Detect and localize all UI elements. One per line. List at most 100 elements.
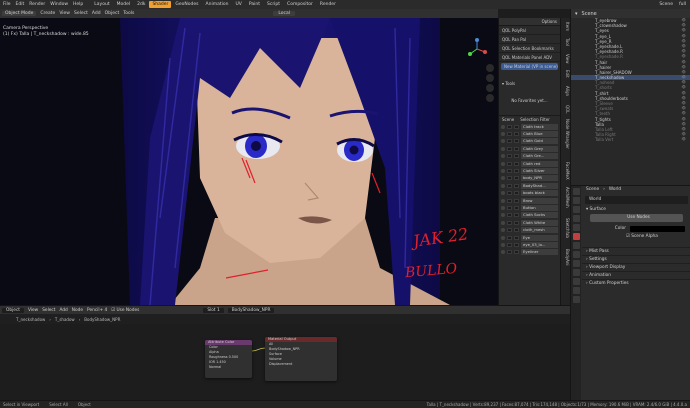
tools-header[interactable]: ▾ Tools — [499, 80, 560, 87]
outliner-item[interactable]: Talla Vert 👁 — [571, 137, 690, 142]
viewport-menu-view[interactable]: View — [59, 11, 70, 16]
scene-tab-icon[interactable] — [572, 224, 580, 231]
workspace-tab-script[interactable]: Script — [264, 1, 283, 8]
menu-file[interactable]: File — [3, 2, 11, 7]
color-swatch[interactable] — [630, 226, 685, 232]
options-button[interactable]: Options — [542, 19, 557, 24]
breadcrumb-item[interactable]: BodyShadow_NPR — [84, 317, 120, 322]
data-tab-icon[interactable] — [572, 287, 580, 294]
workspace-tab-2dk[interactable]: 2dk — [134, 1, 148, 8]
perspective-icon[interactable] — [486, 94, 494, 102]
orientation-selector[interactable]: Local — [273, 11, 296, 16]
workspace-tab-compositor[interactable]: Compositor — [284, 1, 316, 8]
material-tab-icon[interactable] — [572, 296, 580, 303]
material-output-node[interactable]: Material Output All BodyShadow_NPR Surface… — [265, 337, 337, 381]
material-checkbox[interactable] — [514, 213, 519, 218]
constraints-tab-icon[interactable] — [572, 278, 580, 285]
filter-icon[interactable]: ▾ — [575, 11, 578, 17]
node-type-selector[interactable]: Object — [2, 307, 24, 313]
material-checkbox[interactable] — [514, 139, 519, 144]
material-checkbox[interactable] — [514, 228, 519, 233]
scene-toggle[interactable]: Scene — [502, 117, 514, 122]
material-slot[interactable]: body_NPR — [499, 175, 560, 182]
world-name-field[interactable]: World — [585, 196, 688, 204]
material-checkbox[interactable] — [507, 132, 512, 137]
view-layer-tab-icon[interactable] — [572, 215, 580, 222]
material-slot[interactable]: cloth_mesh — [499, 226, 560, 234]
material-checkbox[interactable] — [514, 161, 519, 166]
material-checkbox[interactable] — [507, 124, 512, 129]
material-slot[interactable]: Eye — [499, 234, 560, 241]
menu-render[interactable]: Render — [29, 2, 45, 7]
surface-panel-header[interactable]: ▾ Surface — [582, 206, 690, 214]
material-checkbox[interactable] — [514, 205, 519, 210]
workspace-tab-render[interactable]: Render — [317, 1, 339, 8]
scene-selector[interactable]: Scene — [659, 2, 673, 7]
workspace-tab-model[interactable]: Model — [114, 1, 134, 8]
node-socket-row[interactable]: Normal — [205, 365, 252, 370]
workspace-tab-uv[interactable]: UV — [232, 1, 244, 8]
new-material-button[interactable]: New Material (VP in scene) — [501, 63, 558, 70]
addon-panel[interactable]: QOL Materials Panel ADV — [499, 53, 560, 62]
use-nodes-checkbox[interactable]: ☑ Use Nodes — [111, 308, 139, 313]
material-slot[interactable]: eye_03_lo... — [499, 241, 560, 248]
material-slot[interactable]: Cloth Blue — [499, 130, 560, 138]
object-tab-icon[interactable] — [572, 242, 580, 249]
viewport-menu-add[interactable]: Add — [92, 11, 101, 16]
material-checkbox[interactable] — [514, 183, 519, 188]
material-checkbox[interactable] — [507, 191, 512, 196]
node-menu-2[interactable]: Add — [59, 308, 67, 313]
addon-panel[interactable]: QOL PolyPal — [499, 26, 560, 35]
material-slot[interactable]: Cloth Silver — [499, 167, 560, 175]
material-checkbox[interactable] — [507, 139, 512, 144]
addon-panel[interactable]: QOL Selection Bookmarks — [499, 44, 560, 53]
modifier-tab-icon[interactable] — [572, 251, 580, 258]
physics-tab-icon[interactable] — [572, 269, 580, 276]
material-checkbox[interactable] — [514, 146, 519, 151]
material-checkbox[interactable] — [507, 205, 512, 210]
properties-section-header[interactable]: › Animation — [582, 271, 690, 279]
material-checkbox[interactable] — [507, 213, 512, 218]
3d-viewport[interactable]: Camera Perspective (1) Fx) Talla | T_nec… — [0, 18, 498, 305]
material-checkbox[interactable] — [507, 242, 512, 247]
material-selector[interactable]: BodyShadow_NPR — [227, 307, 275, 313]
menu-help[interactable]: Help — [73, 2, 83, 7]
material-slot[interactable]: Button — [499, 204, 560, 211]
material-checkbox[interactable] — [514, 242, 519, 247]
material-checkbox[interactable] — [507, 250, 512, 255]
attribute-node[interactable]: Attribute Color Color Alpha Roughness 0.50… — [205, 340, 252, 378]
viewport-menu-create[interactable]: Create — [40, 11, 55, 16]
material-checkbox[interactable] — [514, 198, 519, 203]
viewport-menu-tools[interactable]: Tools — [123, 11, 134, 16]
properties-section-header[interactable]: › Custom Properties — [582, 279, 690, 287]
material-checkbox[interactable] — [507, 146, 512, 151]
material-checkbox[interactable] — [514, 132, 519, 137]
material-slot[interactable]: Cloth Gold — [499, 138, 560, 145]
use-nodes-button[interactable]: Use Nodes — [590, 214, 683, 222]
material-checkbox[interactable] — [514, 124, 519, 129]
material-slot[interactable]: BodyShad... — [499, 182, 560, 189]
material-slot[interactable]: boots black — [499, 190, 560, 197]
tool-tab-icon[interactable] — [572, 188, 580, 195]
addon-panel[interactable]: QOL Pan Pal — [499, 35, 560, 44]
material-checkbox[interactable] — [507, 154, 512, 159]
breadcrumb-item[interactable]: T_neckshadow — [16, 317, 45, 322]
properties-section-header[interactable]: › Mist Pass — [582, 247, 690, 255]
properties-section-header[interactable]: › Viewport Display — [582, 263, 690, 271]
material-slot[interactable]: Cloth track — [499, 123, 560, 130]
mode-selector[interactable]: Object Mode — [2, 11, 37, 16]
viewport-menu-select[interactable]: Select — [74, 11, 88, 16]
workspace-tab-layout[interactable]: Layout — [91, 1, 112, 8]
node-menu-0[interactable]: View — [28, 308, 38, 313]
particles-tab-icon[interactable] — [572, 260, 580, 267]
node-socket-row[interactable]: Displacement — [265, 362, 337, 367]
material-slot[interactable]: Cloth Grey — [499, 145, 560, 152]
material-checkbox[interactable] — [507, 169, 512, 174]
node-menu-4[interactable]: Pencil+ 4 — [87, 308, 107, 313]
material-checkbox[interactable] — [507, 235, 512, 240]
material-checkbox[interactable] — [507, 176, 512, 181]
viewport-menu-object[interactable]: Object — [105, 11, 120, 16]
material-checkbox[interactable] — [507, 220, 512, 225]
material-slot[interactable]: Cloth Gre... — [499, 153, 560, 160]
camera-icon[interactable] — [486, 84, 494, 92]
